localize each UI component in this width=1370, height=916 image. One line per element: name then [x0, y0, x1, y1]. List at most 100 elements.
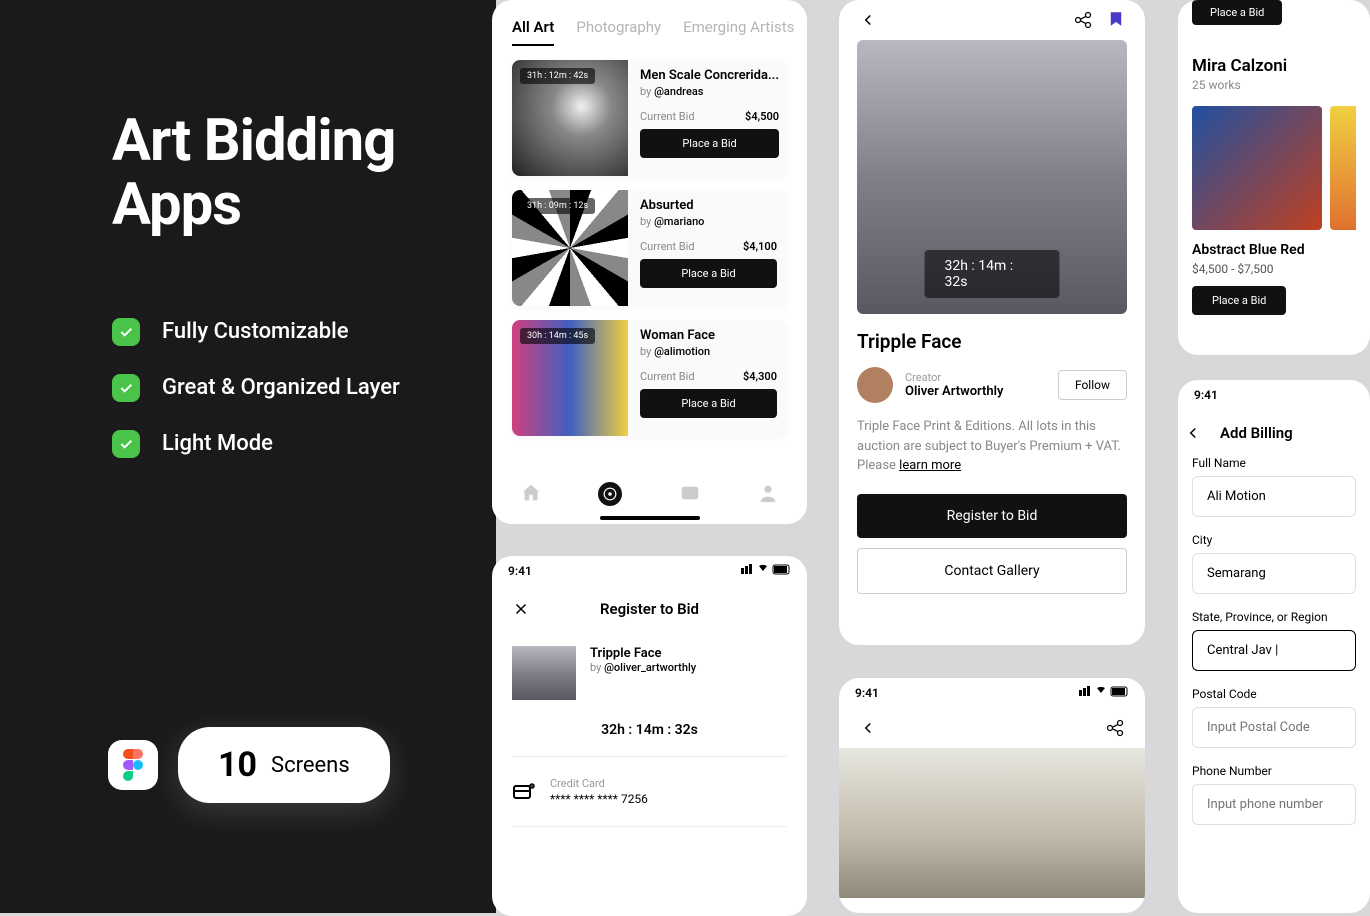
billing-title: Add Billing [1220, 424, 1293, 442]
artwork-thumbnail[interactable] [1192, 106, 1322, 230]
cc-label: Credit Card [550, 777, 648, 790]
artwork-title: Abstract Blue Red [1192, 242, 1356, 258]
contact-gallery-button[interactable]: Contact Gallery [857, 548, 1127, 594]
by-prefix: by [590, 661, 604, 674]
nav-home-icon[interactable] [520, 482, 542, 504]
artwork-author: by @oliver_artworthly [590, 661, 696, 674]
bid-value: $4,100 [743, 240, 777, 253]
nav-explore-icon[interactable] [598, 482, 622, 506]
place-bid-button[interactable]: Place a Bid [1192, 286, 1286, 315]
close-icon[interactable] [512, 600, 530, 618]
back-icon[interactable] [859, 719, 877, 737]
full-name-label: Full Name [1192, 456, 1356, 470]
bid-row: Current Bid$4,500 [640, 110, 779, 123]
by-prefix: by [640, 345, 654, 358]
city-input[interactable] [1192, 553, 1356, 594]
artwork-title: Tripple Face [590, 646, 696, 661]
check-icon [112, 374, 140, 402]
screens-label: Screens [271, 753, 350, 778]
postal-input[interactable] [1192, 707, 1356, 748]
artwork-hero-image: 32h : 14m : 32s [857, 40, 1127, 314]
author-handle: @alimotion [654, 345, 710, 358]
full-name-input[interactable] [1192, 476, 1356, 517]
artist-section: Mira Calzoni 25 works Abstract Blue Red … [1178, 48, 1370, 315]
register-bid-button[interactable]: Register to Bid [857, 494, 1127, 538]
signal-wifi-battery-icon [741, 564, 791, 576]
check-icon [112, 430, 140, 458]
back-icon[interactable] [1184, 424, 1202, 442]
feature-item: Fully Customizable [112, 318, 496, 346]
register-timer: 32h : 14m : 32s [492, 714, 807, 756]
author-handle: @andreas [654, 85, 703, 98]
price-range: $4,500 - $7,500 [1192, 262, 1356, 276]
art-author: by @andreas [640, 85, 779, 98]
status-icons [1079, 686, 1129, 700]
screen-listing: All Art Photography Emerging Artists Po … [492, 0, 807, 524]
status-bar: 9:41 [492, 556, 807, 586]
art-list-item[interactable]: 31h : 12m : 42s Men Scale Concrerida... … [512, 60, 787, 176]
art-list-item[interactable]: 31h : 09m : 12s Absurted by @mariano Cur… [512, 190, 787, 306]
phone-label: Phone Number [1192, 764, 1356, 778]
art-author: by @alimotion [640, 345, 777, 358]
place-bid-button[interactable]: Place a Bid [640, 129, 779, 158]
works-count: 25 works [1192, 78, 1356, 92]
author-handle: @mariano [654, 215, 704, 228]
artist-name: Mira Calzoni [1192, 56, 1356, 76]
place-bid-button[interactable]: Place a Bid [1192, 0, 1282, 25]
learn-more-link[interactable]: learn more [899, 458, 961, 473]
back-icon[interactable] [859, 11, 877, 29]
screen-gallery: 9:41 [839, 678, 1145, 913]
creator-info: Creator Oliver Artworthly [905, 371, 1046, 399]
tab-photography[interactable]: Photography [576, 18, 661, 46]
tab-emerging[interactable]: Emerging Artists [683, 18, 794, 46]
art-list: 31h : 12m : 42s Men Scale Concrerida... … [492, 46, 807, 464]
artwork-thumb [512, 646, 576, 700]
creator-avatar [857, 367, 893, 403]
art-info: Men Scale Concrerida... by @andreas Curr… [640, 60, 787, 176]
screen-artist-card: Place a Bid Mira Calzoni 25 works Abstra… [1178, 0, 1370, 355]
art-thumbnail: 30h : 14m : 45s [512, 320, 628, 436]
divider [512, 826, 787, 827]
register-artwork: Tripple Face by @oliver_artworthly [492, 632, 807, 714]
phone-input[interactable] [1192, 784, 1356, 825]
bid-row: Current Bid$4,100 [640, 240, 777, 253]
feature-text: Fully Customizable [162, 319, 349, 344]
by-prefix: by [640, 85, 654, 98]
place-bid-button[interactable]: Place a Bid [640, 259, 777, 288]
place-bid-button[interactable]: Place a Bid [640, 389, 777, 418]
nav-profile-icon[interactable] [757, 482, 779, 504]
screen-add-billing: 9:41 Add Billing Full Name City State, P… [1178, 380, 1370, 913]
status-time: 9:41 [508, 564, 532, 578]
by-prefix: by [640, 215, 654, 228]
credit-card-row[interactable]: Credit Card **** **** **** 7256 [492, 757, 807, 826]
art-list-item[interactable]: 30h : 14m : 45s Woman Face by @alimotion… [512, 320, 787, 436]
field-state: State, Province, or Region [1192, 610, 1356, 671]
register-header: Register to Bid [492, 586, 807, 632]
screens-count: 10 [218, 745, 257, 785]
promo-panel: Art Bidding Apps Fully Customizable Grea… [0, 0, 496, 913]
tab-all-art[interactable]: All Art [512, 18, 554, 46]
postal-label: Postal Code [1192, 687, 1356, 701]
share-icon[interactable] [1105, 718, 1125, 738]
register-title: Register to Bid [530, 600, 769, 618]
screen-register-bid: 9:41 Register to Bid Tripple Face by @ol… [492, 556, 807, 916]
art-info: Woman Face by @alimotion Current Bid$4,3… [640, 320, 787, 436]
figma-badge [108, 740, 158, 790]
hero-title: Art Bidding Apps [112, 110, 496, 238]
state-input[interactable] [1192, 630, 1356, 671]
bid-value: $4,300 [743, 370, 777, 383]
countdown-timer: 31h : 09m : 12s [520, 198, 595, 214]
feature-item: Light Mode [112, 430, 496, 458]
author-handle: @oliver_artworthly [604, 661, 696, 674]
art-title: Men Scale Concrerida... [640, 68, 779, 83]
bookmark-icon[interactable] [1107, 10, 1125, 28]
nav-inbox-icon[interactable] [679, 482, 701, 504]
billing-form: Full Name City State, Province, or Regio… [1178, 456, 1370, 825]
status-icons [741, 564, 791, 578]
artwork-thumbnail[interactable] [1330, 106, 1356, 230]
follow-button[interactable]: Follow [1058, 370, 1127, 400]
art-title: Absurted [640, 198, 777, 213]
share-icon[interactable] [1073, 10, 1093, 30]
state-label: State, Province, or Region [1192, 610, 1356, 624]
field-city: City [1192, 533, 1356, 594]
